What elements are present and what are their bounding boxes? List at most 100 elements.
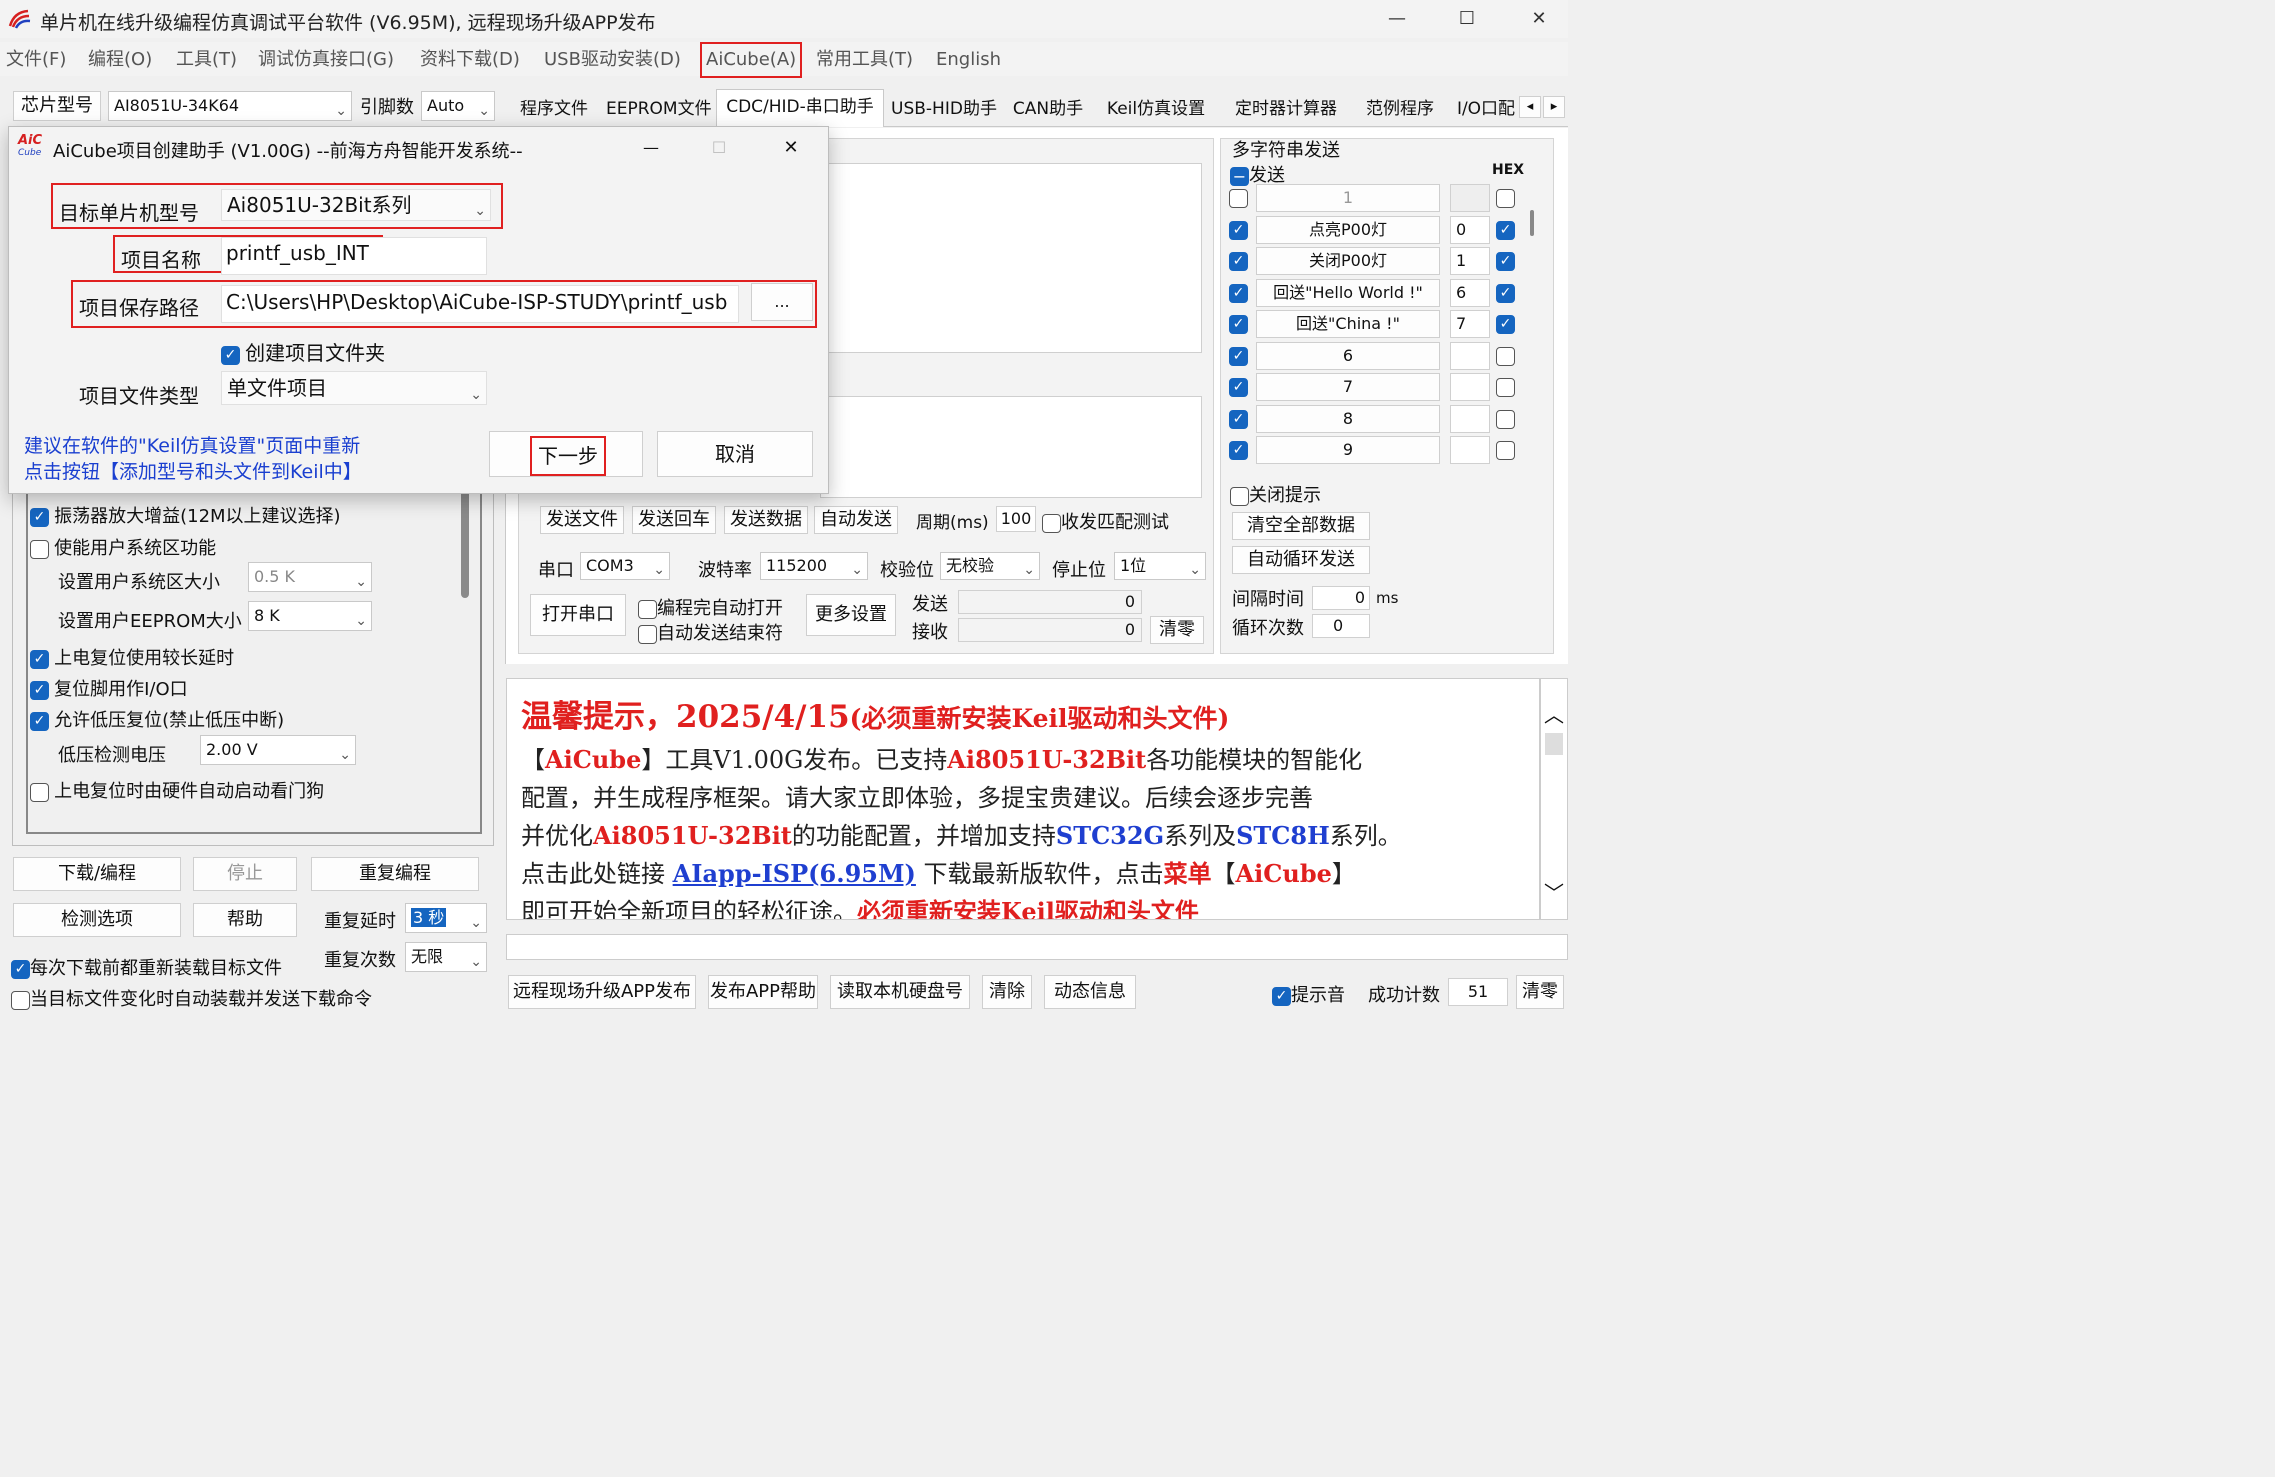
menu-program[interactable]: 编程(O) bbox=[84, 47, 156, 73]
port-select[interactable]: COM3 ⌄ bbox=[580, 552, 670, 580]
receive-buffer[interactable] bbox=[820, 163, 1202, 353]
detect-options-button[interactable]: 检测选项 bbox=[13, 903, 181, 937]
multi-row-hex-checkbox[interactable]: ✓ bbox=[1496, 283, 1515, 303]
file-type-select[interactable]: 单文件项目 ⌄ bbox=[221, 371, 487, 405]
download-link[interactable]: AIapp-ISP(6.95M) bbox=[673, 859, 916, 888]
match-test-checkbox[interactable]: 收发匹配测试 bbox=[1042, 508, 1169, 534]
dialog-minimize-button[interactable]: — bbox=[631, 133, 671, 163]
multi-row-send-button[interactable]: 关闭P00灯 bbox=[1256, 247, 1440, 275]
send-file-button[interactable]: 发送文件 bbox=[540, 506, 624, 534]
notice-scrollbar[interactable]: ︿ ﹀ bbox=[1540, 678, 1568, 920]
multi-send-scrollbar[interactable] bbox=[1530, 210, 1534, 236]
clear-button[interactable]: 清除 bbox=[982, 975, 1032, 1009]
send-cr-button[interactable]: 发送回车 bbox=[632, 506, 716, 534]
chip-model-select[interactable]: AI8051U-34K64 ⌄ bbox=[108, 91, 352, 121]
clear-all-button[interactable]: 清空全部数据 bbox=[1232, 512, 1370, 540]
browse-button[interactable]: ... bbox=[751, 283, 813, 321]
maximize-button[interactable]: ☐ bbox=[1444, 4, 1490, 34]
multi-row-checkbox[interactable] bbox=[1229, 188, 1248, 208]
reset-count-button[interactable]: 清零 bbox=[1516, 975, 1564, 1009]
option-oscillator[interactable]: ✓ 振荡器放大增益(12M以上建议选择) bbox=[30, 502, 341, 528]
close-button[interactable]: ✕ bbox=[1516, 4, 1562, 34]
dynamic-info-button[interactable]: 动态信息 bbox=[1044, 975, 1136, 1009]
target-mcu-select[interactable]: Ai8051U-32Bit系列 ⌄ bbox=[221, 189, 491, 221]
minimize-button[interactable]: — bbox=[1374, 4, 1420, 34]
interval-input[interactable]: 0 bbox=[1312, 586, 1370, 610]
multi-row-send-button[interactable]: 9 bbox=[1256, 436, 1440, 464]
parity-select[interactable]: 无校验 ⌄ bbox=[940, 552, 1040, 580]
help-button[interactable]: 帮助 bbox=[193, 903, 297, 937]
menu-tools[interactable]: 工具(T) bbox=[172, 47, 241, 73]
multi-row-checkbox[interactable]: ✓ bbox=[1229, 220, 1248, 240]
multi-row-send-button[interactable]: 6 bbox=[1256, 342, 1440, 370]
open-port-button[interactable]: 打开串口 bbox=[530, 594, 626, 636]
menu-common-tools[interactable]: 常用工具(T) bbox=[812, 47, 917, 73]
scroll-thumb[interactable] bbox=[1545, 733, 1563, 755]
multi-row-hex-checkbox[interactable] bbox=[1496, 377, 1515, 397]
user-system-size-select[interactable]: 0.5 K ⌄ bbox=[248, 562, 372, 592]
send-data-button[interactable]: 发送数据 bbox=[724, 506, 808, 534]
stop-button[interactable]: 停止 bbox=[193, 857, 297, 891]
stop-bits-select[interactable]: 1位 ⌄ bbox=[1114, 552, 1206, 580]
status-input[interactable] bbox=[506, 934, 1568, 960]
remote-publish-button[interactable]: 远程现场升级APP发布 bbox=[508, 975, 696, 1009]
tab-io-config[interactable]: I/O口配 bbox=[1452, 92, 1520, 126]
multi-row-checkbox[interactable]: ✓ bbox=[1229, 346, 1248, 366]
multi-row-shortcut-input[interactable] bbox=[1450, 342, 1490, 370]
eeprom-size-select[interactable]: 8 K ⌄ bbox=[248, 601, 372, 631]
reprogram-button[interactable]: 重复编程 bbox=[311, 857, 479, 891]
more-settings-button[interactable]: 更多设置 bbox=[806, 594, 896, 636]
multi-row-shortcut-input[interactable] bbox=[1450, 436, 1490, 464]
tab-scroll-left[interactable]: ◂ bbox=[1519, 96, 1541, 118]
loop-count-input[interactable]: 0 bbox=[1312, 614, 1370, 638]
multi-row-hex-checkbox[interactable]: ✓ bbox=[1496, 251, 1515, 271]
multi-row-send-button[interactable]: 7 bbox=[1256, 373, 1440, 401]
reload-target-checkbox[interactable]: ✓ 每次下载前都重新装载目标文件 bbox=[11, 954, 282, 980]
auto-send-download-checkbox[interactable]: 当目标文件变化时自动装载并发送下载命令 bbox=[11, 985, 372, 1011]
options-scrollbar[interactable] bbox=[461, 490, 469, 598]
menu-file[interactable]: 文件(F) bbox=[2, 47, 70, 73]
multi-row-shortcut-input[interactable] bbox=[1450, 405, 1490, 433]
sound-checkbox[interactable]: ✓ 提示音 bbox=[1272, 981, 1345, 1007]
low-voltage-select[interactable]: 2.00 V ⌄ bbox=[200, 735, 356, 765]
dialog-maximize-button[interactable]: ☐ bbox=[699, 133, 739, 163]
menu-usb-driver[interactable]: USB驱动安装(D) bbox=[540, 47, 685, 73]
scroll-down-icon[interactable]: ﹀ bbox=[1544, 877, 1564, 906]
multi-row-hex-checkbox[interactable] bbox=[1496, 188, 1515, 208]
baud-select[interactable]: 115200 ⌄ bbox=[760, 552, 868, 580]
multi-row-send-button[interactable]: 回送"China !" bbox=[1256, 310, 1440, 338]
pin-count-select[interactable]: Auto ⌄ bbox=[421, 91, 495, 121]
dialog-close-button[interactable]: ✕ bbox=[771, 133, 811, 163]
project-name-input[interactable]: printf_usb_INT bbox=[221, 237, 487, 275]
multi-row-hex-checkbox[interactable]: ✓ bbox=[1496, 314, 1515, 334]
tab-scroll-right[interactable]: ▸ bbox=[1543, 96, 1565, 118]
period-input[interactable]: 100 bbox=[996, 506, 1036, 532]
multi-row-shortcut-input[interactable]: 6 bbox=[1450, 279, 1490, 307]
tab-program-file[interactable]: 程序文件 bbox=[510, 92, 598, 126]
multi-row-hex-checkbox[interactable] bbox=[1496, 346, 1515, 366]
tab-eeprom-file[interactable]: EEPROM文件 bbox=[604, 92, 712, 126]
publish-help-button[interactable]: 发布APP帮助 bbox=[708, 975, 818, 1009]
multi-row-send-button[interactable]: 8 bbox=[1256, 405, 1440, 433]
menu-english[interactable]: English bbox=[932, 47, 1005, 73]
option-low-voltage-reset[interactable]: ✓ 允许低压复位(禁止低压中断) bbox=[30, 706, 284, 732]
auto-loop-button[interactable]: 自动循环发送 bbox=[1232, 546, 1370, 574]
multi-row-send-button[interactable]: 点亮P00灯 bbox=[1256, 216, 1440, 244]
multi-row-shortcut-input[interactable]: 7 bbox=[1450, 310, 1490, 338]
multi-row-hex-checkbox[interactable]: ✓ bbox=[1496, 220, 1515, 240]
option-reset-as-io[interactable]: ✓ 复位脚用作I/O口 bbox=[30, 675, 188, 701]
multi-row-shortcut-input[interactable] bbox=[1450, 184, 1490, 212]
multi-row-checkbox[interactable]: ✓ bbox=[1229, 314, 1248, 334]
multi-row-hex-checkbox[interactable] bbox=[1496, 409, 1515, 429]
tab-cdc-serial[interactable]: CDC/HID-串口助手 bbox=[716, 89, 884, 127]
option-watchdog[interactable]: 上电复位时由硬件自动启动看门狗 bbox=[30, 777, 324, 803]
repeat-count-select[interactable]: 无限 ⌄ bbox=[405, 942, 487, 972]
cancel-button[interactable]: 取消 bbox=[657, 431, 813, 477]
create-folder-checkbox[interactable]: ✓ 创建项目文件夹 bbox=[221, 337, 385, 366]
repeat-delay-select[interactable]: 3 秒 ⌄ bbox=[405, 903, 487, 933]
menu-debug[interactable]: 调试仿真接口(G) bbox=[254, 47, 398, 73]
option-user-system-area[interactable]: 使能用户系统区功能 bbox=[30, 534, 216, 560]
multi-row-send-button[interactable]: 1 bbox=[1256, 184, 1440, 212]
menu-download[interactable]: 资料下载(D) bbox=[416, 47, 524, 73]
tab-usb-hid[interactable]: USB-HID助手 bbox=[888, 92, 1000, 126]
